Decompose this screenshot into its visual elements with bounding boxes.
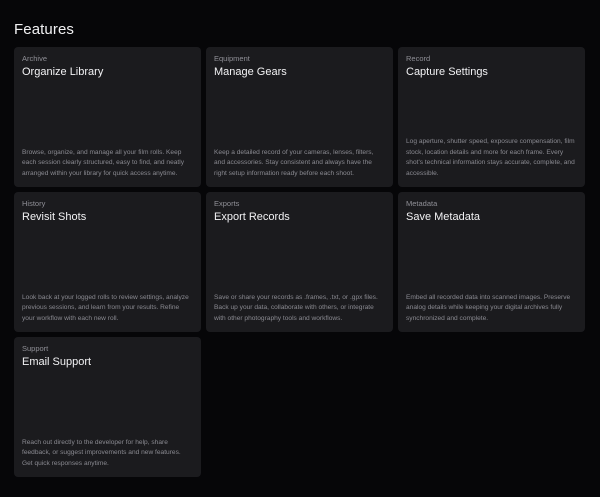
feature-title: Organize Library bbox=[22, 66, 104, 78]
feature-card-history[interactable]: History Revisit Shots Look back at your … bbox=[14, 192, 201, 332]
feature-title: Manage Gears bbox=[214, 66, 287, 78]
feature-card-equipment[interactable]: Equipment Manage Gears Keep a detailed r… bbox=[206, 47, 393, 187]
feature-description: Look back at your logged rolls to review… bbox=[22, 293, 189, 322]
feature-category: Archive bbox=[22, 54, 48, 63]
feature-title: Export Records bbox=[214, 211, 290, 223]
features-grid: Archive Organize Library Browse, organiz… bbox=[14, 47, 585, 477]
feature-card-archive[interactable]: Archive Organize Library Browse, organiz… bbox=[14, 47, 201, 187]
feature-category: History bbox=[22, 199, 46, 208]
feature-title: Save Metadata bbox=[406, 211, 480, 223]
feature-description: Browse, organize, and manage all your fi… bbox=[22, 148, 185, 177]
feature-title: Email Support bbox=[22, 356, 92, 368]
feature-category: Record bbox=[406, 54, 431, 63]
feature-card-support[interactable]: Support Email Support Reach out directly… bbox=[14, 337, 201, 477]
feature-description: Keep a detailed record of your cameras, … bbox=[214, 148, 374, 177]
feature-card-record[interactable]: Record Capture Settings Log aperture, sh… bbox=[398, 47, 585, 187]
feature-description: Save or share your records as .frames, .… bbox=[214, 293, 378, 322]
feature-description: Log aperture, shutter speed, exposure co… bbox=[406, 138, 575, 177]
feature-description: Embed all recorded data into scanned ima… bbox=[406, 293, 571, 322]
feature-category: Support bbox=[22, 344, 49, 353]
feature-category: Exports bbox=[214, 199, 240, 208]
feature-description: Reach out directly to the developer for … bbox=[22, 438, 181, 467]
feature-title: Capture Settings bbox=[406, 66, 488, 78]
feature-title: Revisit Shots bbox=[22, 211, 87, 223]
page-title: Features bbox=[14, 21, 74, 38]
features-page: Features Archive Organize Library Browse… bbox=[0, 0, 600, 497]
feature-card-metadata[interactable]: Metadata Save Metadata Embed all recorde… bbox=[398, 192, 585, 332]
feature-category: Metadata bbox=[406, 199, 438, 208]
feature-category: Equipment bbox=[214, 54, 250, 63]
feature-card-exports[interactable]: Exports Export Records Save or share you… bbox=[206, 192, 393, 332]
